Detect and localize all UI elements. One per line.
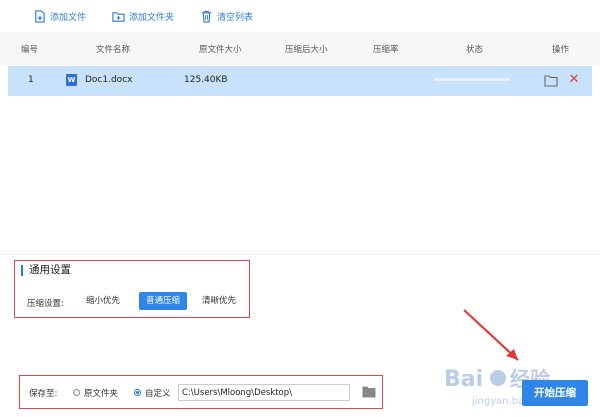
browse-folder-icon[interactable] <box>362 386 376 398</box>
header-actions: 操作 <box>552 44 570 55</box>
option-normal-compression[interactable]: 普通压缩 <box>139 292 187 310</box>
add-folder-button[interactable]: 添加文件夹 <box>112 10 174 23</box>
add-file-label: 添加文件 <box>50 12 87 23</box>
open-folder-icon[interactable] <box>544 74 558 87</box>
settings-title: 通用设置 <box>21 265 71 276</box>
header-ratio: 压缩率 <box>373 44 399 55</box>
clear-list-label: 清空列表 <box>217 12 254 23</box>
annotation-arrow <box>463 309 519 361</box>
start-compression-button[interactable]: 开始压缩 <box>522 380 588 406</box>
header-status: 状态 <box>466 44 484 55</box>
save-location-panel: 保存至: 原文件夹 自定义 <box>19 375 383 409</box>
row-original-size: 125.40KB <box>184 75 228 85</box>
toolbar: 添加文件 添加文件夹 清空列表 <box>0 0 600 32</box>
radio-custom[interactable] <box>134 389 141 396</box>
row-filename: Doc1.docx <box>85 75 133 85</box>
original-folder-label: 原文件夹 <box>84 389 119 399</box>
add-file-icon <box>35 9 45 23</box>
add-folder-label: 添加文件夹 <box>129 12 175 23</box>
header-original-size: 原文件大小 <box>199 44 242 55</box>
trash-icon <box>201 10 212 23</box>
compression-settings-label: 压缩设置: <box>27 299 64 309</box>
general-settings-panel: 通用设置 压缩设置: 缩小优先 普通压缩 清晰优先 <box>14 260 250 318</box>
add-file-button[interactable]: 添加文件 <box>33 9 87 23</box>
option-size-priority[interactable]: 缩小优先 <box>79 292 127 310</box>
delete-icon[interactable]: ✕ <box>568 73 580 86</box>
option-clarity-priority[interactable]: 清晰优先 <box>195 292 243 310</box>
row-index: 1 <box>28 75 34 85</box>
header-compressed-size: 压缩后大小 <box>285 44 328 55</box>
table-header: 编号 文件名称 原文件大小 压缩后大小 压缩率 状态 操作 <box>0 32 600 65</box>
word-doc-icon: W <box>66 74 77 86</box>
table-row[interactable]: 1 W Doc1.docx 125.40KB ✕ <box>8 66 592 96</box>
add-folder-icon <box>112 11 125 22</box>
header-index: 编号 <box>21 44 39 55</box>
save-path-input[interactable] <box>178 384 350 401</box>
save-to-label: 保存至: <box>29 389 58 399</box>
custom-label: 自定义 <box>145 389 171 399</box>
radio-original-folder[interactable] <box>73 389 80 396</box>
divider <box>0 254 600 255</box>
status-progress-bar <box>434 78 510 81</box>
svg-text:Bai: Bai <box>444 367 483 392</box>
clear-list-button[interactable]: 清空列表 <box>200 10 253 23</box>
header-filename: 文件名称 <box>96 44 131 55</box>
